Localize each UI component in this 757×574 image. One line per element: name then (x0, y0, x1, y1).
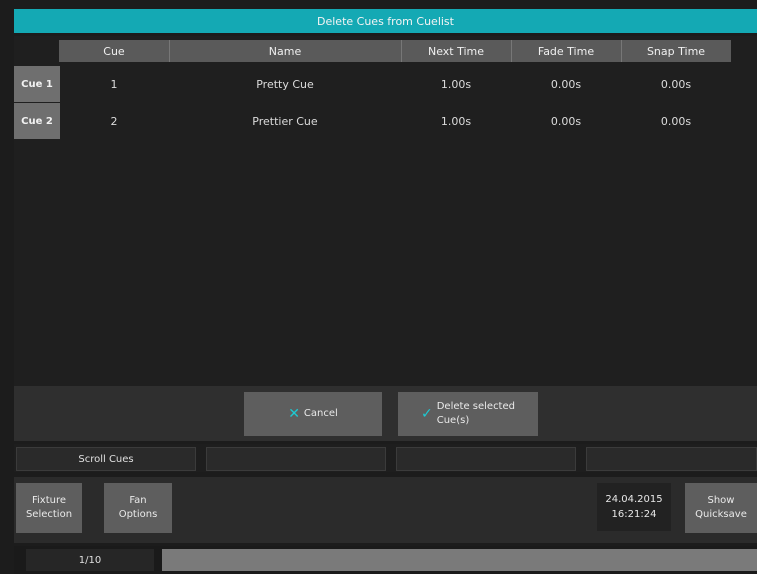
cell-next-time[interactable]: 1.00s (401, 103, 511, 139)
delete-selected-cues-button[interactable]: ✓ Delete selected Cue(s) (398, 392, 538, 436)
show-label-line2: Quicksave (695, 509, 747, 520)
fixture-label-line2: Selection (25, 509, 73, 520)
fan-options-button[interactable]: Fan Options (104, 483, 172, 533)
cancel-button[interactable]: ✕ Cancel (244, 392, 382, 436)
cell-fade-time[interactable]: 0.00s (511, 66, 621, 102)
row-header-cue-2[interactable]: Cue 2 (14, 103, 60, 139)
show-label-line1: Show (707, 495, 735, 506)
cell-next-time[interactable]: 1.00s (401, 66, 511, 102)
show-quicksave-button[interactable]: Show Quicksave (685, 483, 757, 533)
col-header-next-time[interactable]: Next Time (401, 40, 512, 62)
cell-cue-number[interactable]: 2 (59, 103, 169, 139)
encoder-slot-4[interactable] (586, 447, 757, 471)
delete-label-line1: Delete selected (436, 401, 515, 412)
cell-cue-name[interactable]: Pretty Cue (169, 66, 401, 102)
table-header: Cue Name Next Time Fade Time Snap Time (59, 40, 731, 62)
cue-table: Cue Name Next Time Fade Time Snap Time C… (14, 36, 757, 386)
cell-snap-time[interactable]: 0.00s (621, 66, 731, 102)
cell-fade-time[interactable]: 0.00s (511, 103, 621, 139)
fixture-label-line1: Fixture (31, 495, 67, 506)
clock-display: 24.04.2015 16:21:24 (597, 483, 671, 531)
encoder-slot-2[interactable] (206, 447, 386, 471)
dialog-title-bar: Delete Cues from Cuelist (14, 9, 757, 33)
bottom-toolbar: Fixture Selection Fan Options 24.04.2015… (14, 477, 757, 543)
col-header-snap-time[interactable]: Snap Time (621, 40, 731, 62)
fan-label-line2: Options (118, 509, 158, 520)
col-header-name[interactable]: Name (169, 40, 402, 62)
delete-label-line2: Cue(s) (436, 415, 470, 426)
fan-label-line1: Fan (129, 495, 147, 506)
cell-cue-number[interactable]: 1 (59, 66, 169, 102)
scroll-cues-encoder[interactable]: Scroll Cues (16, 447, 196, 471)
cell-snap-time[interactable]: 0.00s (621, 103, 731, 139)
cancel-label: Cancel (303, 408, 338, 419)
col-header-cue[interactable]: Cue (59, 40, 170, 62)
page-scroll-track[interactable] (162, 549, 757, 571)
page-counter[interactable]: 1/10 (26, 549, 154, 571)
dialog-action-bar: ✕ Cancel ✓ Delete selected Cue(s) (14, 386, 757, 441)
x-icon: ✕ (288, 406, 300, 422)
col-header-fade-time[interactable]: Fade Time (511, 40, 622, 62)
time-display: 16:21:24 (611, 509, 657, 520)
encoder-row: Scroll Cues (14, 444, 757, 472)
dialog-title: Delete Cues from Cuelist (317, 14, 454, 28)
row-header-cue-1[interactable]: Cue 1 (14, 66, 60, 102)
fixture-selection-button[interactable]: Fixture Selection (16, 483, 82, 533)
encoder-slot-3[interactable] (396, 447, 576, 471)
check-icon: ✓ (421, 406, 433, 422)
cell-cue-name[interactable]: Prettier Cue (169, 103, 401, 139)
date-display: 24.04.2015 (605, 494, 663, 505)
page-indicator-bar: 1/10 (14, 546, 757, 574)
